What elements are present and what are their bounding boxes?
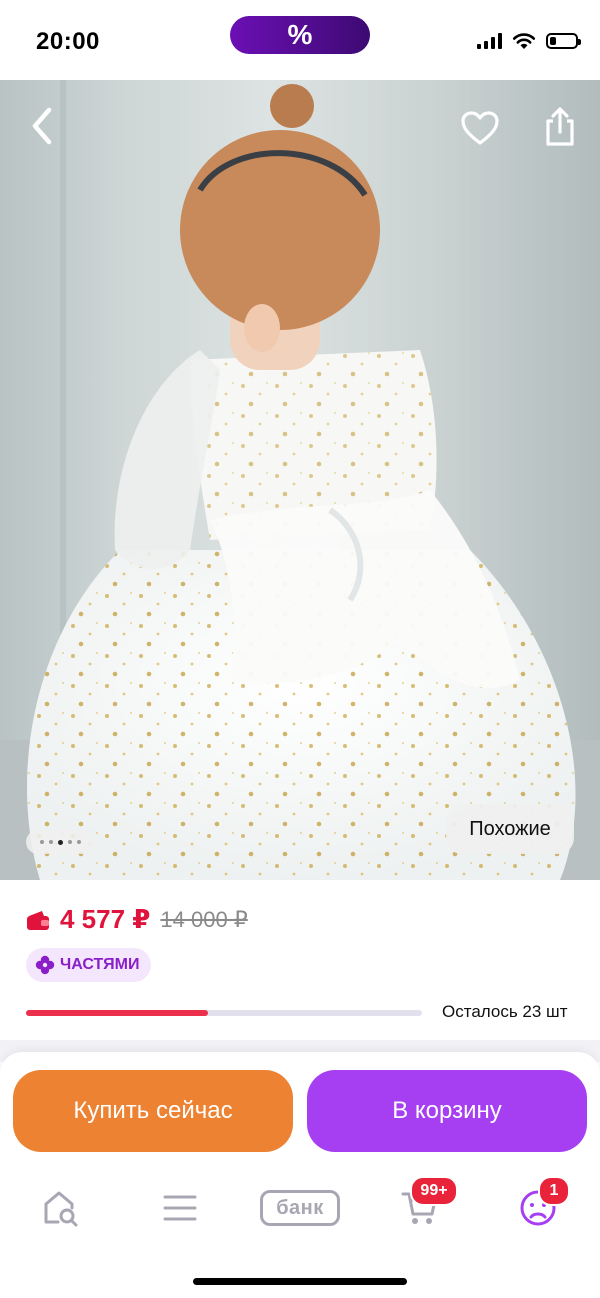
price-row: 4 577 ₽ 14 000 ₽	[26, 904, 248, 935]
percent-label: %	[287, 19, 313, 50]
profile-badge: 1	[538, 1176, 570, 1206]
promo-pill[interactable]: %	[230, 16, 370, 54]
price-old: 14 000 ₽	[160, 906, 248, 932]
installments-label: ЧАСТЯМИ	[60, 956, 140, 973]
back-arrow-icon	[32, 107, 52, 145]
tab-bank[interactable]: банк	[256, 1180, 344, 1236]
similar-label: Похожие	[469, 817, 551, 840]
wifi-icon	[512, 33, 536, 49]
tab-catalog[interactable]	[150, 1180, 210, 1236]
heart-icon	[461, 111, 499, 145]
bank-label: банк	[276, 1196, 324, 1219]
cart-badge: 99+	[410, 1176, 458, 1206]
catalog-menu-icon	[163, 1195, 197, 1221]
home-indicator	[193, 1278, 407, 1285]
add-to-cart-button[interactable]: В корзину	[307, 1070, 587, 1152]
bottom-action-sheet: Купить сейчас В корзину банк 99+ 1	[0, 1052, 600, 1298]
page-dot	[39, 840, 44, 844]
price-current: 4 577 ₽	[60, 904, 151, 934]
price-card: 4 577 ₽ 14 000 ₽ ЧАСТЯМИ Осталось 23 шт	[0, 880, 600, 1040]
clover-icon	[35, 955, 55, 975]
tab-home[interactable]	[30, 1180, 90, 1236]
status-bar: 20:00 %	[0, 0, 600, 80]
page-dot	[48, 840, 53, 844]
home-search-icon	[44, 1191, 78, 1227]
status-time: 20:00	[36, 28, 100, 55]
stock-progress	[26, 1010, 422, 1016]
bank-icon: банк	[260, 1190, 340, 1226]
stock-remaining: Осталось 23 шт	[442, 1002, 568, 1021]
favorite-button[interactable]	[456, 104, 504, 152]
page-dot	[67, 840, 72, 844]
wallet-icon	[27, 910, 49, 930]
buy-now-button[interactable]: Купить сейчас	[13, 1070, 293, 1152]
product-photo	[0, 80, 600, 880]
battery-icon	[546, 33, 581, 49]
installments-badge[interactable]: ЧАСТЯМИ	[26, 948, 152, 982]
share-icon	[546, 107, 574, 146]
signal-icon	[477, 33, 502, 49]
back-button[interactable]	[18, 100, 66, 152]
status-icons	[477, 32, 581, 50]
similar-button[interactable]: Похожие	[446, 804, 574, 854]
gallery-pagination	[26, 830, 94, 854]
tab-bar: банк	[0, 1180, 600, 1236]
share-button[interactable]	[536, 100, 584, 152]
stock-progress-fill	[26, 1010, 209, 1016]
page-dot-active	[57, 839, 63, 845]
product-image[interactable]: Похожие	[0, 80, 600, 880]
page-dot	[76, 840, 81, 844]
